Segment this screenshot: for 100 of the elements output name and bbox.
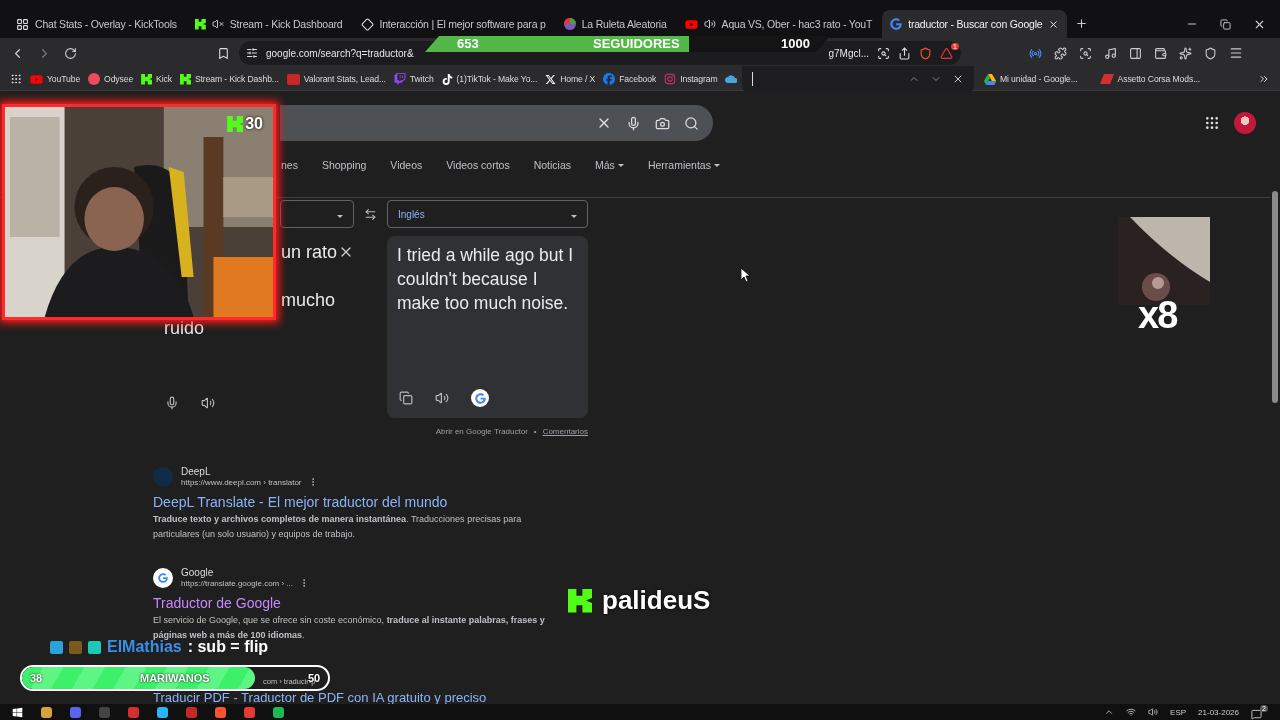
search-tab[interactable]: Herramientas bbox=[647, 159, 720, 172]
browser-tab[interactable]: traductor - Buscar con Google bbox=[882, 10, 1068, 38]
more-bookmarks-icon[interactable] bbox=[1258, 73, 1270, 85]
k-logo-icon bbox=[194, 18, 206, 30]
language-indicator[interactable]: ESP bbox=[1170, 707, 1187, 717]
open-translator-link[interactable]: Abrir en Google Traductor bbox=[435, 427, 528, 436]
result-title-link[interactable]: Traductor de Google bbox=[153, 595, 281, 611]
k-logo-icon bbox=[568, 588, 592, 613]
windows-icon[interactable] bbox=[12, 706, 23, 718]
browser-tab[interactable]: Chat Stats - Overlay - KickTools bbox=[8, 10, 185, 38]
instagram-icon bbox=[664, 73, 677, 85]
source-text: mucho bbox=[281, 289, 336, 312]
app-icon[interactable] bbox=[41, 706, 52, 718]
speaker-icon[interactable] bbox=[1148, 707, 1159, 717]
search-tab[interactable]: Más bbox=[595, 159, 624, 172]
shield-icon[interactable] bbox=[1204, 46, 1217, 60]
browser-tab[interactable]: La Ruleta Aleatoria bbox=[555, 10, 675, 38]
app-icon[interactable] bbox=[128, 706, 139, 718]
close-icon[interactable] bbox=[1048, 18, 1060, 30]
result-title-link[interactable]: DeepL Translate - El mejor traductor del mundo bbox=[153, 494, 448, 510]
share-icon[interactable] bbox=[898, 46, 911, 60]
badge-icon bbox=[50, 640, 63, 654]
bookmark-link[interactable]: Mi unidad - Google... bbox=[983, 73, 1078, 85]
microphone-icon[interactable] bbox=[626, 115, 641, 131]
site-settings-icon[interactable] bbox=[246, 47, 258, 59]
speaker-icon[interactable] bbox=[201, 396, 215, 410]
radio-icon[interactable] bbox=[1029, 46, 1042, 60]
triangle-icon[interactable] bbox=[940, 46, 953, 60]
screenshot-icon[interactable] bbox=[877, 46, 890, 60]
bookmark-link[interactable]: Twitch bbox=[393, 73, 434, 85]
target-language-dropdown[interactable]: Inglés bbox=[387, 200, 588, 228]
avatar[interactable] bbox=[1234, 112, 1256, 134]
bookmark-link[interactable]: Stream - Kick Dashb... bbox=[179, 73, 279, 85]
caret-icon bbox=[571, 215, 577, 218]
search-tab[interactable]: Videos bbox=[390, 159, 423, 172]
app-icon[interactable] bbox=[215, 706, 226, 718]
shield-icon[interactable] bbox=[919, 46, 932, 60]
muted-speaker-icon[interactable] bbox=[211, 18, 224, 30]
close-icon[interactable] bbox=[952, 73, 964, 85]
sparkles-icon[interactable] bbox=[1179, 46, 1192, 60]
date-text: 21-03-2026 bbox=[1198, 707, 1239, 717]
search-tab[interactable]: nes bbox=[281, 159, 298, 172]
copy-icon[interactable] bbox=[399, 391, 413, 405]
app-icon[interactable] bbox=[186, 706, 197, 718]
tracker-icon bbox=[286, 73, 300, 85]
bookmark-link[interactable]: YouTube bbox=[30, 72, 81, 86]
play-button-icon bbox=[30, 72, 43, 86]
browser-tab[interactable]: Stream - Kick Dashboard bbox=[186, 10, 351, 38]
play-button-icon bbox=[684, 17, 698, 31]
multiplier-text: x8 bbox=[1138, 295, 1177, 335]
feedback-link[interactable]: Comentarios bbox=[542, 427, 588, 436]
apps-icon[interactable] bbox=[1204, 115, 1220, 131]
site-url: https://www.deepl.com › translator bbox=[181, 477, 302, 487]
search-tab[interactable]: Noticias bbox=[533, 159, 572, 172]
app-icon[interactable] bbox=[244, 706, 255, 718]
search-icon[interactable] bbox=[684, 115, 699, 131]
caret-icon bbox=[337, 215, 343, 218]
odysee-icon bbox=[88, 73, 101, 85]
extensions-icon[interactable] bbox=[1054, 46, 1067, 60]
menu-icon[interactable] bbox=[1229, 46, 1243, 60]
bookmark-link[interactable]: Home / X bbox=[545, 73, 596, 85]
chat-message: : sub = flip bbox=[187, 638, 269, 656]
bookmark-link[interactable]: Assetto Corsa Mods... bbox=[1099, 73, 1200, 85]
scrollbar[interactable] bbox=[1272, 191, 1278, 403]
search-tab[interactable]: Shopping bbox=[321, 159, 367, 172]
apps-icon[interactable] bbox=[10, 73, 22, 85]
reload-icon[interactable] bbox=[64, 46, 77, 60]
bookmark-link[interactable]: Valorant Stats, Lead... bbox=[286, 73, 386, 85]
browser-tab[interactable]: Interacción | El mejor software para p bbox=[352, 10, 554, 38]
bookmark-link[interactable]: Odysee bbox=[88, 73, 134, 85]
browser-tab[interactable]: Aqua VS, Ober - hac3 rato - YouT bbox=[676, 10, 881, 38]
music-icon[interactable] bbox=[1104, 46, 1117, 60]
camera-icon[interactable] bbox=[655, 115, 670, 131]
speaker-icon[interactable] bbox=[435, 391, 449, 405]
source-language-dropdown[interactable] bbox=[280, 200, 354, 228]
network-icon[interactable] bbox=[1126, 707, 1137, 717]
chat-username: ElMathias bbox=[107, 638, 182, 656]
new-tab-icon[interactable] bbox=[1075, 17, 1089, 30]
search-field[interactable] bbox=[280, 105, 713, 141]
bookmark-link[interactable]: Instagram bbox=[664, 73, 718, 85]
bookmark-link[interactable]: (1)TikTok - Make Yo... bbox=[441, 73, 538, 85]
restore-icon[interactable] bbox=[1220, 18, 1231, 30]
swap-icon[interactable] bbox=[364, 207, 377, 221]
k-logo-icon bbox=[141, 73, 153, 85]
speaker-icon[interactable] bbox=[703, 18, 716, 30]
bookmark-link[interactable]: Kick bbox=[141, 73, 172, 85]
car-logo-icon bbox=[1099, 74, 1114, 84]
wallet-icon[interactable] bbox=[1154, 46, 1167, 60]
app-icon[interactable] bbox=[273, 706, 284, 718]
microphone-icon[interactable] bbox=[165, 396, 179, 410]
google-logo-icon[interactable] bbox=[471, 389, 489, 407]
sidebar-icon[interactable] bbox=[1129, 46, 1142, 60]
app-icon[interactable] bbox=[157, 706, 168, 718]
scan-icon[interactable] bbox=[1079, 46, 1092, 60]
result-title-link[interactable]: Traducir PDF - Traductor de PDF con IA gratuito y preciso bbox=[153, 692, 487, 704]
bookmark-link[interactable]: Facebook bbox=[603, 73, 657, 85]
app-icon[interactable] bbox=[70, 706, 81, 718]
bookmark-icon[interactable] bbox=[217, 46, 230, 60]
goal-label: MARIWANOS bbox=[140, 672, 210, 684]
search-tab[interactable]: Videos cortos bbox=[446, 159, 510, 172]
